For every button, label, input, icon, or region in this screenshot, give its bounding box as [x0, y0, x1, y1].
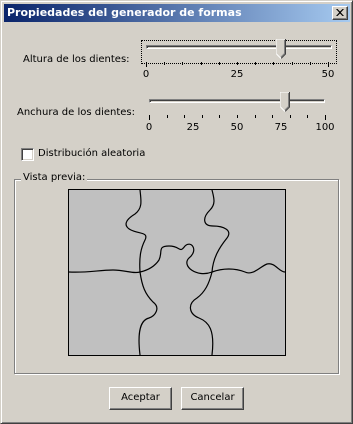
- tick-label-0: 0: [145, 122, 153, 133]
- slider-tick: [202, 115, 203, 118]
- title-bar[interactable]: Propiedades del generador de formas: [4, 4, 350, 22]
- slider-tick: [255, 115, 256, 118]
- slider-tick: [219, 62, 220, 65]
- height-slider-label: Altura de los dientes:: [23, 54, 130, 65]
- tick-label-100: 100: [315, 122, 335, 133]
- puzzle-cut: [204, 190, 230, 273]
- slider-tick: [182, 62, 183, 65]
- slider-tick: [273, 62, 274, 65]
- tick-label-0: 0: [142, 69, 150, 80]
- slider-tick: [328, 62, 329, 67]
- preview-group-label: Vista previa:: [21, 172, 88, 183]
- width-slider-label: Anchura de los dientes:: [17, 107, 136, 118]
- random-distribution-checkbox[interactable]: [21, 148, 34, 161]
- slider-tick: [325, 115, 326, 120]
- tick-label-25: 25: [186, 122, 200, 133]
- tick-label-25: 25: [230, 69, 244, 80]
- puzzle-preview: [68, 189, 286, 356]
- slider-tick: [164, 62, 165, 65]
- puzzle-cut: [125, 190, 147, 273]
- width-slider[interactable]: 0 25 50 75 100: [144, 91, 335, 137]
- dialog-window: Propiedades del generador de formas Altu…: [0, 0, 353, 424]
- close-button[interactable]: [332, 6, 348, 20]
- slider-tick: [201, 62, 202, 65]
- slider-tick: [292, 62, 293, 65]
- puzzle-cut: [69, 243, 285, 275]
- slider-tick: [146, 62, 147, 67]
- height-slider[interactable]: 0 25 50: [141, 37, 337, 85]
- slider-tick: [237, 62, 238, 65]
- tick-label-75: 75: [274, 122, 288, 133]
- puzzle-pieces-image: [69, 190, 285, 355]
- slider-tick: [219, 115, 220, 118]
- tick-label-50: 50: [321, 69, 335, 80]
- slider-tick: [184, 115, 185, 118]
- slider-tick: [167, 115, 168, 118]
- slider-tick: [310, 62, 311, 65]
- slider-tick: [290, 115, 291, 118]
- tick-label-50: 50: [230, 122, 244, 133]
- slider-tick: [255, 62, 256, 65]
- slider-tick: [307, 115, 308, 118]
- ok-button[interactable]: Aceptar: [109, 387, 172, 410]
- puzzle-cut: [138, 271, 158, 355]
- window-title: Propiedades del generador de formas: [7, 6, 242, 19]
- slider-tick: [237, 115, 238, 118]
- slider-tick: [149, 115, 150, 120]
- random-distribution-label[interactable]: Distribución aleatoria: [38, 148, 145, 159]
- cancel-button[interactable]: Cancelar: [181, 387, 244, 410]
- close-icon: [336, 9, 344, 16]
- puzzle-cut: [189, 271, 214, 355]
- slider-tick: [272, 115, 273, 118]
